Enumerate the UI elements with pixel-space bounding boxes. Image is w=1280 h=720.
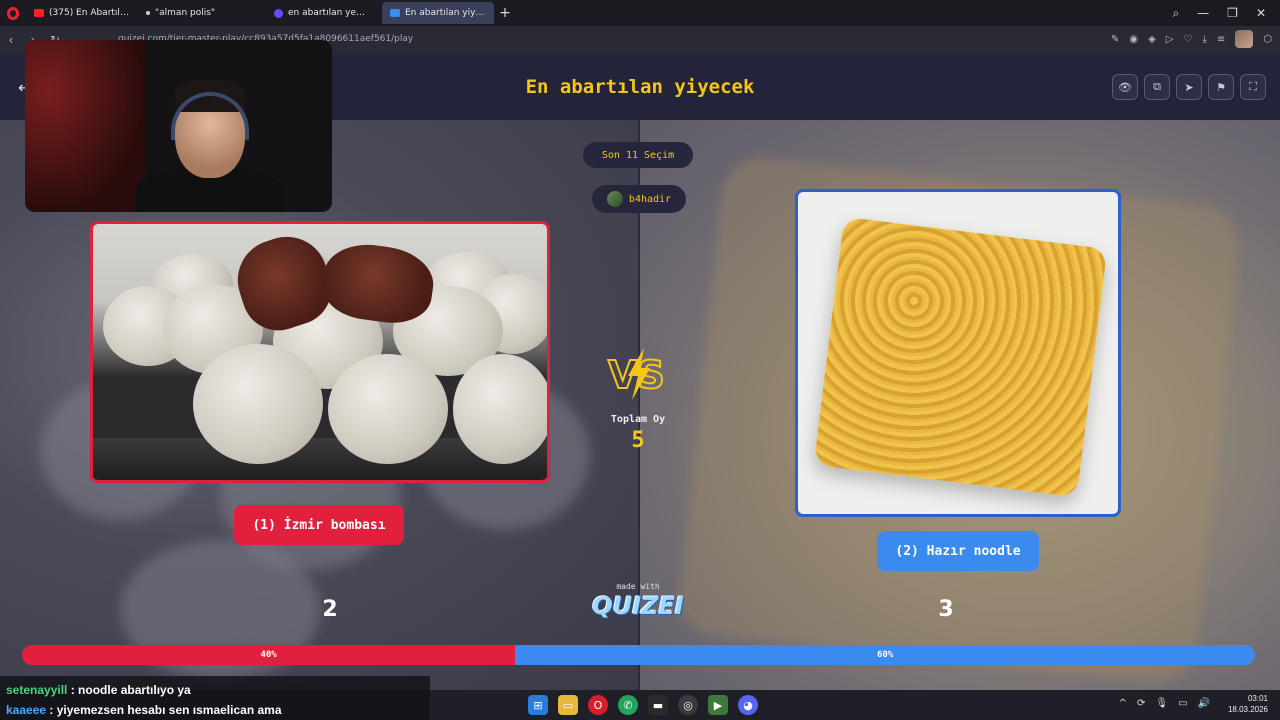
quizei-favicon-icon — [390, 9, 400, 17]
made-with-label: made with — [616, 582, 660, 591]
option-left-button[interactable]: (1) İzmir bombası — [234, 505, 404, 545]
option-left-card[interactable] — [90, 221, 550, 483]
obs-icon[interactable]: ◎ — [678, 695, 698, 715]
fullscreen-icon[interactable]: ⛶ — [1240, 74, 1266, 100]
vs-icon: VS — [607, 348, 666, 400]
opera-icon[interactable]: O — [588, 695, 608, 715]
new-tab-button[interactable]: + — [494, 2, 516, 24]
clock-time: 03:01 — [1247, 694, 1268, 703]
whatsapp-icon[interactable]: ✆ — [618, 695, 638, 715]
tab-quiz-active[interactable]: En abartılan yiyecek - Tier — [382, 2, 494, 24]
taskbar: ⊞ ▭ O ✆ ▬ ◎ ▶ ◕ ^ ⟳ 🎙 ▭ 🔊 03:01 18.03.20… — [430, 690, 1280, 720]
chat-text: : yiyemezsen hesabı sen ısmaelican ama — [46, 703, 282, 717]
tab-label: En abartılan yiyecek - Tier — [405, 8, 486, 18]
chevron-up-icon[interactable]: ^ — [1119, 698, 1127, 709]
dot-favicon-icon — [146, 11, 150, 15]
camera-icon[interactable]: ◉ — [1129, 34, 1138, 45]
clock-date: 18.03.2026 — [1227, 705, 1268, 714]
tab-label: "alman polis" — [155, 8, 216, 18]
microphone-icon[interactable]: 🎙 — [1155, 698, 1168, 709]
send-icon[interactable]: ➤ — [1176, 74, 1202, 100]
search-icon[interactable]: ⌕ — [1172, 6, 1179, 21]
taskbar-apps: ⊞ ▭ O ✆ ▬ ◎ ▶ ◕ — [528, 695, 758, 715]
option-right-button[interactable]: (2) Hazır noodle — [877, 531, 1039, 571]
tab-label: en abartılan yemek testi - — [288, 8, 370, 18]
chat-username: setenayyill — [6, 683, 68, 697]
chat-message: kaaeee : yiyemezsen hesabı sen ısmaelica… — [6, 700, 424, 720]
opera-menu-icon[interactable] — [0, 0, 26, 26]
back-icon[interactable]: ‹ — [0, 33, 22, 47]
search-favicon-icon — [274, 8, 283, 18]
choice-count-label: Son 11 Seçim — [601, 149, 675, 161]
eye-icon[interactable]: 👁 — [1112, 74, 1138, 100]
total-votes-value: 5 — [631, 428, 645, 453]
left-percentage-label: 40% — [260, 650, 277, 660]
shield-icon[interactable]: ◈ — [1148, 34, 1156, 45]
choice-count-pill: Son 11 Seçim — [583, 142, 693, 168]
screen: (375) En Abartılan Yemek? "alman polis" … — [0, 0, 1280, 720]
maximize-icon[interactable]: ❐ — [1227, 6, 1238, 20]
profile-avatar[interactable] — [1235, 30, 1254, 48]
noodle-image — [813, 216, 1108, 498]
webcam-overlay — [25, 40, 332, 212]
windows-start-icon[interactable]: ⊞ — [528, 695, 548, 715]
heart-icon[interactable]: ♡ — [1183, 34, 1192, 45]
file-explorer-icon[interactable]: ▭ — [558, 695, 578, 715]
menu-icon[interactable]: ≡ — [1217, 34, 1225, 45]
left-score: 2 — [322, 597, 338, 622]
extensions-icon[interactable]: ⬡ — [1263, 34, 1272, 45]
chat-message: setenayyill : noodle abartılıyo ya — [6, 680, 424, 700]
option-right-card[interactable] — [795, 189, 1121, 517]
browser-tab-bar: (375) En Abartılan Yemek? "alman polis" … — [0, 0, 1280, 26]
media-player-icon[interactable]: ▶ — [708, 695, 728, 715]
discord-icon[interactable]: ◕ — [738, 695, 758, 715]
quizei-logo[interactable]: QUIZEI — [590, 592, 686, 620]
volume-icon[interactable]: 🔊 — [1198, 698, 1210, 709]
header-actions: 👁 ⧉ ➤ ⚑ ⛶ — [1112, 74, 1266, 100]
clock[interactable]: 03:01 18.03.2026 — [1228, 693, 1268, 715]
display-icon[interactable]: ▭ — [1178, 698, 1187, 709]
terminal-icon[interactable]: ▬ — [648, 695, 668, 715]
system-tray: ^ ⟳ 🎙 ▭ 🔊 — [1119, 698, 1210, 709]
youtube-favicon-icon — [34, 9, 44, 17]
chat-username: kaaeee — [6, 703, 47, 717]
window-controls: ⌕ — ❐ ✕ — [1172, 0, 1280, 26]
username: b4hadir — [628, 193, 672, 205]
user-avatar — [606, 191, 623, 207]
right-percentage-bar: 60% — [515, 645, 1255, 665]
tab-label: (375) En Abartılan Yemek? — [49, 8, 130, 18]
chat-text: : noodle abartılıyo ya — [67, 683, 191, 697]
edit-icon[interactable]: ✎ — [1111, 34, 1119, 45]
close-icon[interactable]: ✕ — [1256, 6, 1266, 20]
left-percentage-bar: 40% — [22, 645, 516, 665]
download-icon[interactable]: ⤓ — [1202, 34, 1206, 45]
total-votes-label: Toplam Oy — [610, 414, 666, 425]
right-percentage-label: 60% — [876, 650, 894, 660]
chat-overlay: setenayyill : noodle abartılıyo ya kaaee… — [0, 676, 430, 720]
tab-search[interactable]: "alman polis" — [138, 2, 258, 24]
share-icon[interactable]: ⧉ — [1144, 74, 1170, 100]
browser-toolbar: ✎ ◉ ◈ ▷ ♡ ⤓ ≡ ⬡ — [1111, 30, 1272, 48]
vote-progress-bar: 40% 60% — [22, 645, 1255, 665]
play-icon[interactable]: ▷ — [1166, 34, 1174, 45]
tab-youtube[interactable]: (375) En Abartılan Yemek? — [26, 2, 138, 24]
user-pill[interactable]: b4hadir — [592, 185, 686, 213]
flag-icon[interactable]: ⚑ — [1208, 74, 1234, 100]
tab-search-results[interactable]: en abartılan yemek testi - — [266, 2, 378, 24]
minimize-icon[interactable]: — — [1197, 6, 1209, 20]
right-score: 3 — [938, 597, 954, 622]
sync-icon[interactable]: ⟳ — [1137, 698, 1145, 709]
